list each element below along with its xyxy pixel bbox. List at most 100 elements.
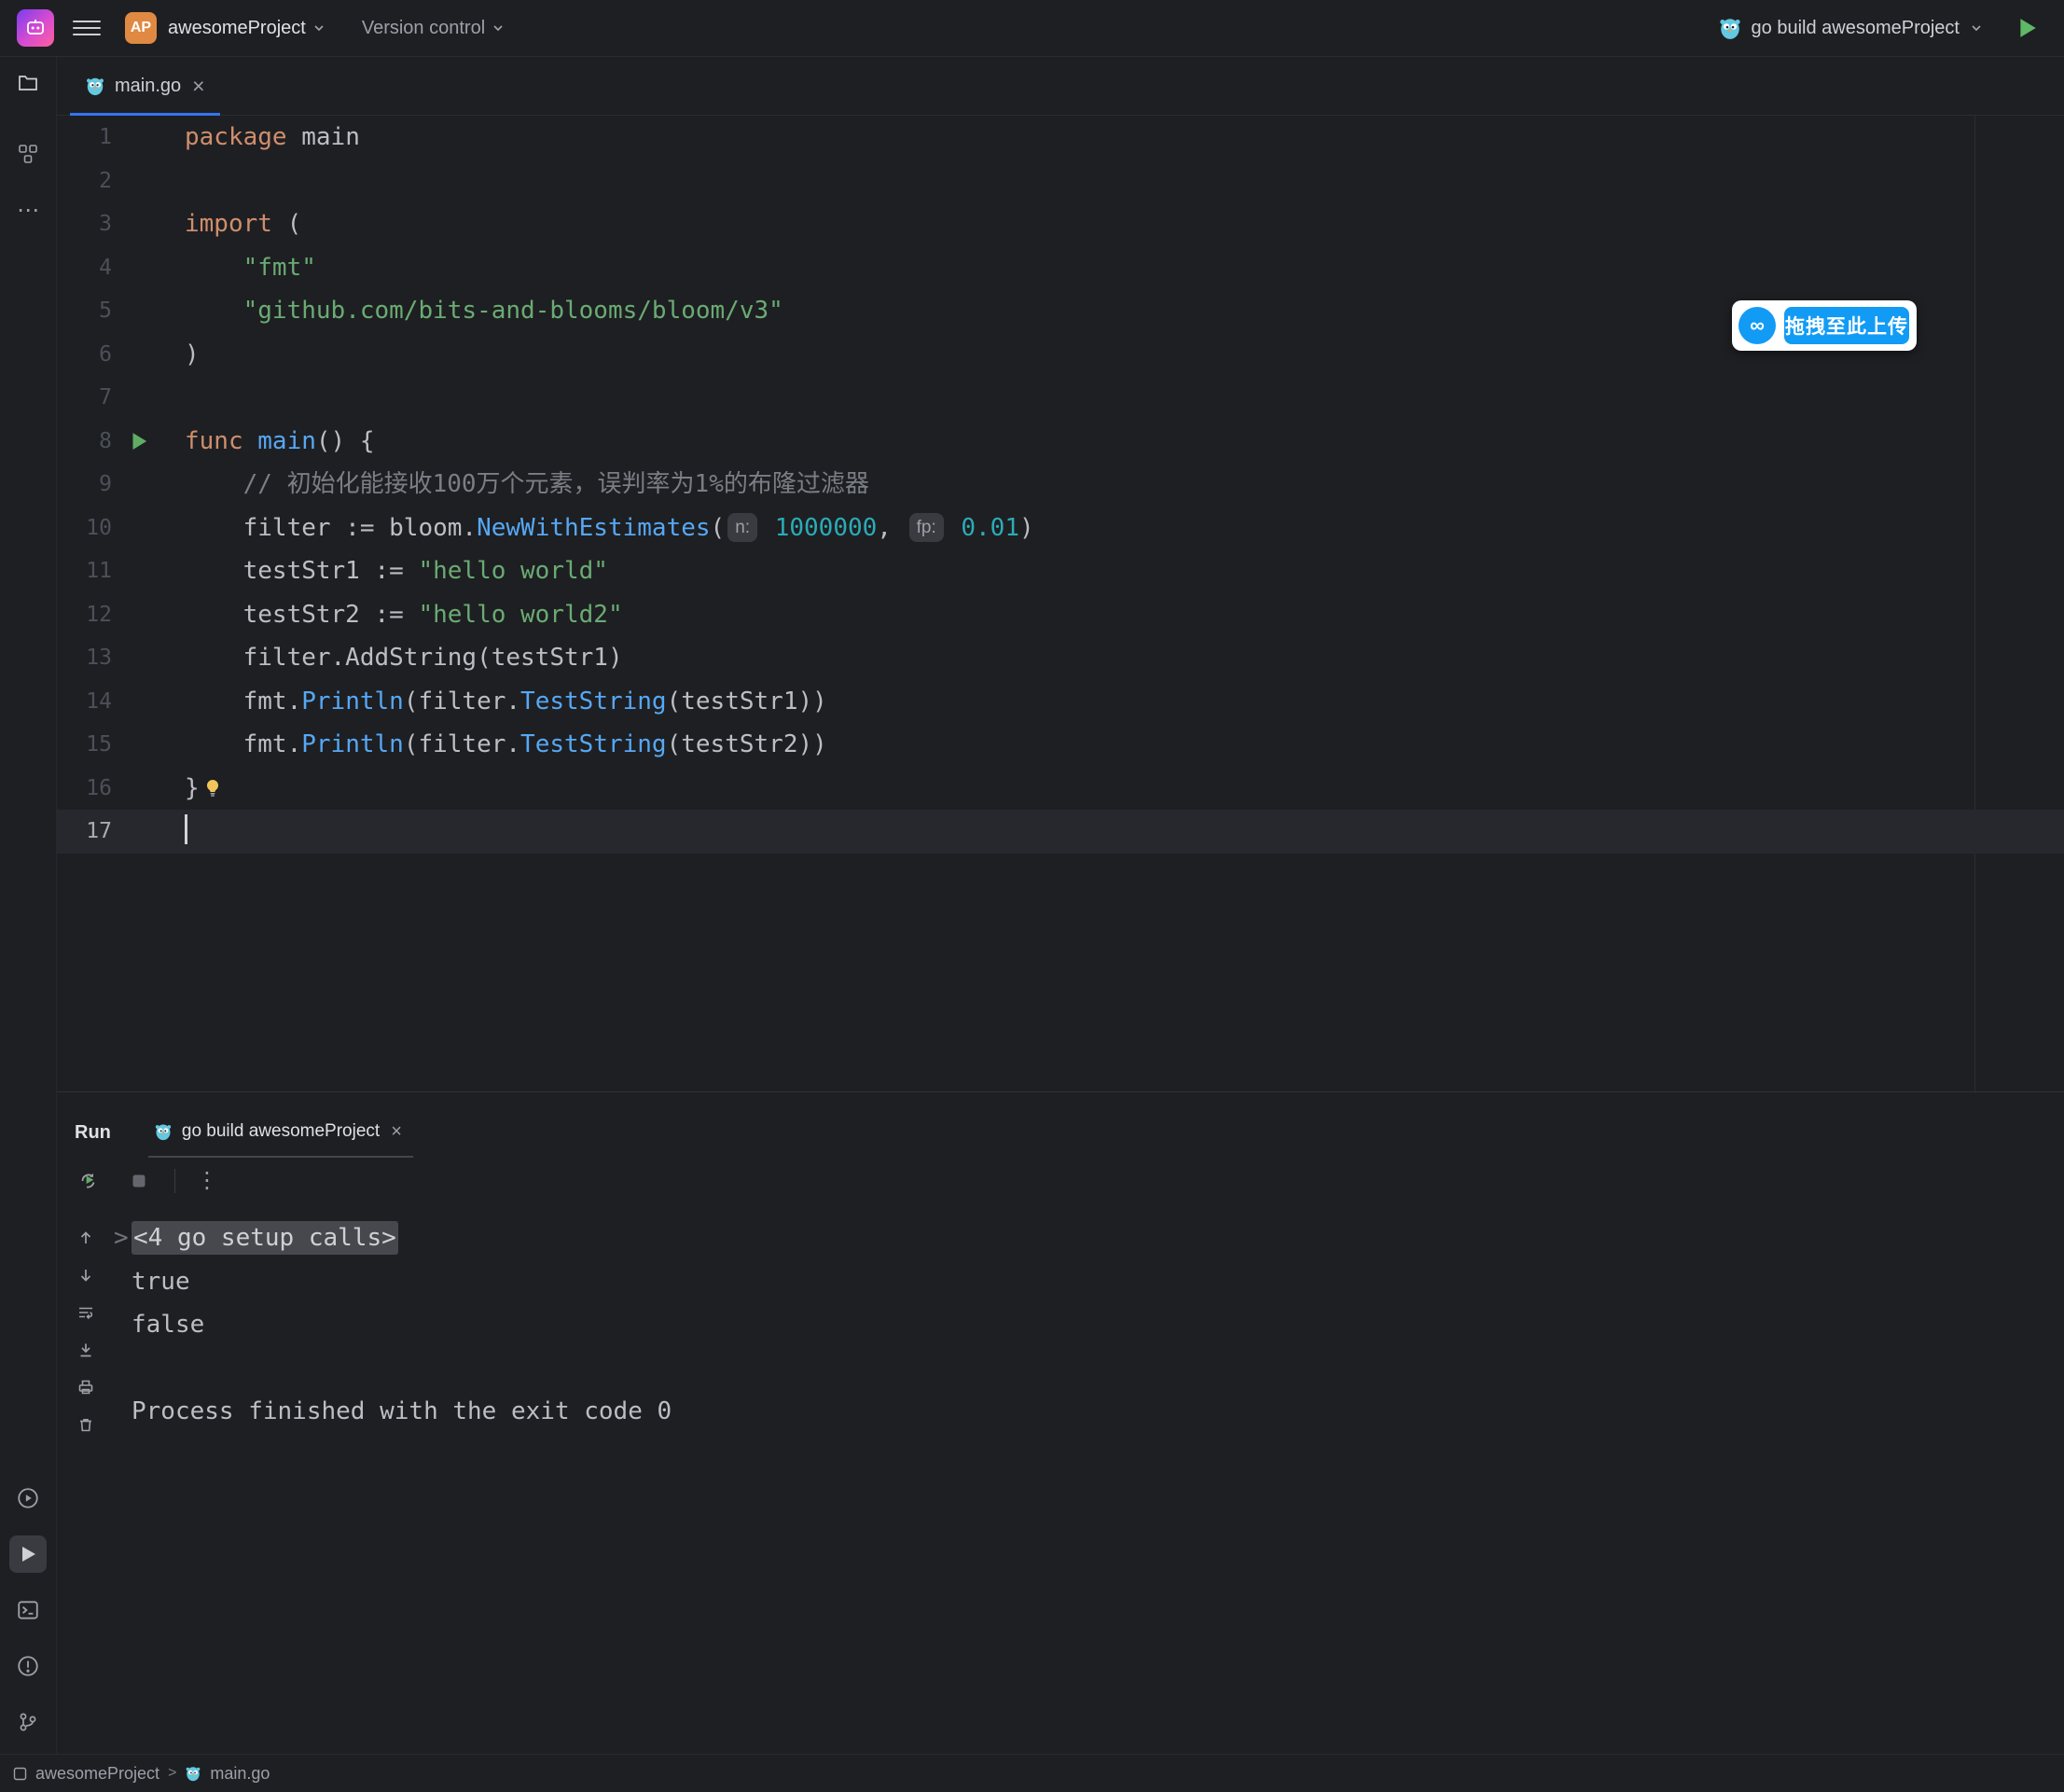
more-tool-windows-icon[interactable]: ⋯ (9, 191, 47, 229)
editor-line[interactable]: 9 // 初始化能接收100万个元素，误判率为1%的布隆过滤器 (57, 463, 2064, 507)
code-token: (testStr2)) (667, 730, 827, 758)
project-tool-icon[interactable] (9, 64, 47, 102)
code-text: filter := bloom.NewWithEstimates(n: 1000… (185, 507, 1034, 550)
project-icon (13, 1767, 27, 1781)
more-options-icon[interactable]: ⋮ (196, 1170, 218, 1192)
line-number[interactable]: 5 (57, 289, 118, 333)
run-tab-close-icon[interactable]: × (391, 1122, 402, 1141)
line-number[interactable]: 11 (57, 549, 118, 593)
console-fold-chevron-icon[interactable]: > (114, 1216, 129, 1260)
code-token: (testStr1)) (667, 688, 827, 715)
project-name[interactable]: awesomeProject (168, 18, 306, 39)
structure-tool-icon[interactable] (9, 135, 47, 173)
editor-line[interactable]: 10 filter := bloom.NewWithEstimates(n: 1… (57, 507, 2064, 550)
code-token: import (185, 210, 272, 238)
project-chevron-down-icon[interactable] (312, 21, 326, 35)
console-line: false (57, 1303, 2064, 1347)
code-token: 1000000 (775, 514, 878, 542)
editor-line[interactable]: 3 import ( (57, 202, 2064, 246)
code-text: "fmt" (185, 246, 316, 290)
breadcrumb-file[interactable]: main.go (210, 1764, 270, 1784)
intention-bulb-icon[interactable] (201, 777, 224, 799)
line-number[interactable]: 15 (57, 723, 118, 767)
line-number[interactable]: 9 (57, 463, 118, 507)
line-number[interactable]: 3 (57, 202, 118, 246)
code-token: Println (301, 730, 404, 758)
main-menu-icon[interactable] (73, 14, 101, 42)
code-token: ) (185, 340, 200, 368)
line-number[interactable]: 13 (57, 636, 118, 680)
version-control-menu[interactable]: Version control (362, 18, 485, 39)
ide-window: AP awesomeProject Version control go bui… (0, 0, 2064, 1792)
gutter (118, 333, 185, 377)
tab-main-go[interactable]: main.go × (70, 57, 220, 115)
code-token: "hello world2" (418, 601, 622, 629)
code-token: filter := bloom. (185, 514, 477, 542)
line-number[interactable]: 7 (57, 376, 118, 420)
run-tool-window-icon[interactable] (9, 1535, 47, 1573)
text-cursor (185, 814, 187, 844)
breadcrumb-project[interactable]: awesomeProject (35, 1764, 159, 1784)
code-text: testStr2 := "hello world2" (185, 593, 623, 637)
editor-line[interactable]: 16} (57, 767, 2064, 811)
code-token: main (287, 123, 360, 151)
terminal-tool-icon[interactable] (9, 1591, 47, 1629)
rerun-icon[interactable] (74, 1166, 104, 1196)
code-editor[interactable]: 1package main23import (4 "fmt"5 "github.… (57, 116, 2064, 1092)
code-text: "github.com/bits-and-blooms/bloom/v3" (185, 289, 783, 333)
line-number[interactable]: 8 (57, 420, 118, 464)
editor-line[interactable]: 2 (57, 160, 2064, 203)
editor-line[interactable]: 7 (57, 376, 2064, 420)
run-tab[interactable]: go build awesomeProject × (148, 1107, 413, 1158)
editor-line[interactable]: 1package main (57, 116, 2064, 160)
run-toolbar: ⋮ (74, 1158, 2064, 1204)
line-number[interactable]: 4 (57, 246, 118, 290)
editor-line[interactable]: 11 testStr1 := "hello world" (57, 549, 2064, 593)
line-number[interactable]: 14 (57, 680, 118, 724)
line-number[interactable]: 10 (57, 507, 118, 550)
toolbar-separator (174, 1169, 175, 1193)
code-text: import ( (185, 202, 301, 246)
gutter (118, 507, 185, 550)
version-control-tool-icon[interactable] (9, 1703, 47, 1741)
code-token: ( (272, 210, 301, 238)
line-number[interactable]: 12 (57, 593, 118, 637)
line-number[interactable]: 6 (57, 333, 118, 377)
run-gutter-icon[interactable] (118, 420, 185, 464)
tab-close-icon[interactable]: × (192, 76, 204, 97)
netdisk-icon: ∞ (1738, 307, 1776, 344)
code-text: } (185, 767, 224, 811)
line-number[interactable]: 2 (57, 160, 118, 203)
code-token: "hello world" (418, 557, 608, 585)
parameter-hint: n: (727, 513, 757, 542)
editor-line[interactable]: 4 "fmt" (57, 246, 2064, 290)
project-badge[interactable]: AP (125, 12, 157, 44)
line-number[interactable]: 17 (57, 810, 118, 854)
run-tab-label: go build awesomeProject (182, 1121, 380, 1142)
drag-upload-overlay[interactable]: ∞ 拖拽至此上传 (1732, 300, 1917, 351)
editor-line[interactable]: 12 testStr2 := "hello world2" (57, 593, 2064, 637)
version-control-chevron-down-icon[interactable] (491, 21, 506, 35)
line-number[interactable]: 1 (57, 116, 118, 160)
editor-line[interactable]: 13 filter.AddString(testStr1) (57, 636, 2064, 680)
services-tool-icon[interactable] (9, 1479, 47, 1517)
editor-line[interactable]: 14 fmt.Println(filter.TestString(testStr… (57, 680, 2064, 724)
editor-line[interactable]: 17 (57, 810, 2064, 854)
code-token: filter.AddString(testStr1) (185, 644, 623, 672)
go-gopher-icon (154, 1122, 173, 1141)
code-token: NewWithEstimates (477, 514, 710, 542)
stop-icon[interactable] (124, 1166, 154, 1196)
problems-tool-icon[interactable] (9, 1647, 47, 1685)
editor-line[interactable]: 8func main() { (57, 420, 2064, 464)
console-output[interactable]: ><4 go setup calls>truefalseProcess fini… (57, 1216, 2064, 1434)
code-text (185, 810, 187, 854)
app-logo-icon[interactable] (17, 9, 54, 47)
editor-line[interactable]: 15 fmt.Println(filter.TestString(testStr… (57, 723, 2064, 767)
folded-output[interactable]: <4 go setup calls> (132, 1221, 398, 1255)
run-configuration-selector[interactable]: go build awesomeProject (1718, 16, 1984, 40)
code-token: func (185, 427, 243, 455)
code-token: TestString (520, 730, 667, 758)
run-button[interactable] (2010, 10, 2045, 46)
gutter (118, 636, 185, 680)
line-number[interactable]: 16 (57, 767, 118, 811)
